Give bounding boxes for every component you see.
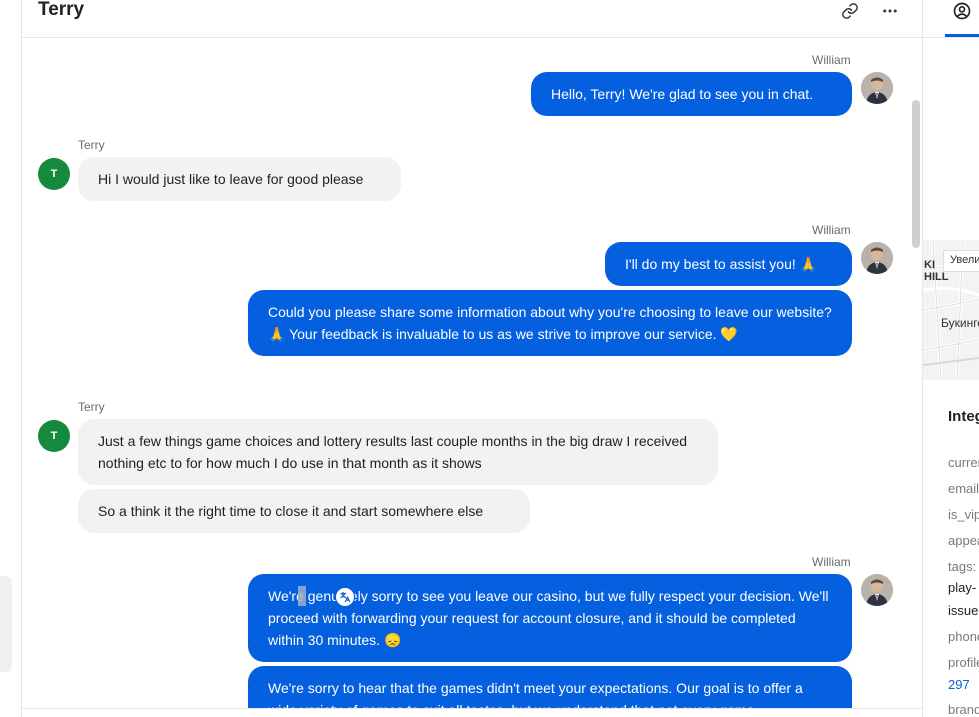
sender-name: Terry [78, 400, 105, 414]
tab-divider [923, 37, 979, 38]
attribute-label: email [948, 481, 979, 496]
tag-value: issue [948, 603, 979, 618]
attribute-label: current [948, 455, 979, 470]
map-label: HILL [924, 271, 949, 283]
agent-message: We're sorry to hear that the games didn'… [248, 666, 852, 708]
chat-panel: Terry William Hello, Terry! We're glad t… [22, 0, 922, 717]
left-panel-stub [0, 576, 12, 672]
map-label: Букингем [941, 316, 979, 330]
sender-name: William [812, 53, 851, 67]
translate-icon[interactable] [335, 587, 355, 607]
tag-value: play- [948, 580, 977, 595]
map-zoom-button[interactable]: Увеличить [943, 250, 979, 272]
more-horizontal-icon[interactable] [878, 0, 902, 22]
user-message: So a think it the right time to close it… [78, 489, 530, 533]
attribute-label: phone [948, 629, 979, 644]
attribute-label: appearance [948, 533, 979, 548]
composer-divider [22, 708, 922, 709]
chat-header: Terry [22, 0, 922, 38]
tab-profile[interactable] [945, 0, 979, 37]
sender-name: William [812, 555, 851, 569]
user-circle-icon [952, 1, 972, 26]
agent-message: We're genuinely sorry to see you leave o… [248, 574, 852, 662]
agent-message: Hello, Terry! We're glad to see you in c… [531, 72, 852, 116]
user-message: Hi I would just like to leave for good p… [78, 157, 401, 201]
message-list: William Hello, Terry! We're glad to see … [22, 38, 922, 708]
text-cursor-highlight [298, 586, 306, 606]
attribute-label: is_vip [948, 507, 979, 522]
map-label: KI [924, 259, 935, 271]
sender-name: William [812, 223, 851, 237]
attribute-label: tags: [948, 559, 977, 574]
contact-details-panel: Увеличить KI HILL Букингем Integrations … [923, 0, 979, 717]
profile-link[interactable]: 297 [948, 677, 970, 692]
chat-title: Terry [38, 0, 85, 20]
sender-name: Terry [78, 138, 105, 152]
user-avatar: T [38, 158, 70, 190]
user-avatar: T [38, 420, 70, 452]
scrollbar-thumb[interactable] [912, 100, 920, 248]
left-sidebar-edge [0, 0, 22, 717]
attribute-label: profile [948, 655, 979, 670]
agent-avatar [861, 72, 893, 104]
agent-avatar [861, 574, 893, 606]
location-map[interactable]: Увеличить KI HILL Букингем [923, 240, 979, 380]
agent-message: I'll do my best to assist you! 🙏 [605, 242, 852, 286]
link-icon[interactable] [838, 0, 862, 22]
agent-message: Could you please share some information … [248, 290, 852, 356]
attributes-heading: Integrations [948, 408, 979, 425]
agent-avatar [861, 242, 893, 274]
attribute-label: brand [948, 702, 979, 717]
user-message: Just a few things game choices and lotte… [78, 419, 718, 485]
